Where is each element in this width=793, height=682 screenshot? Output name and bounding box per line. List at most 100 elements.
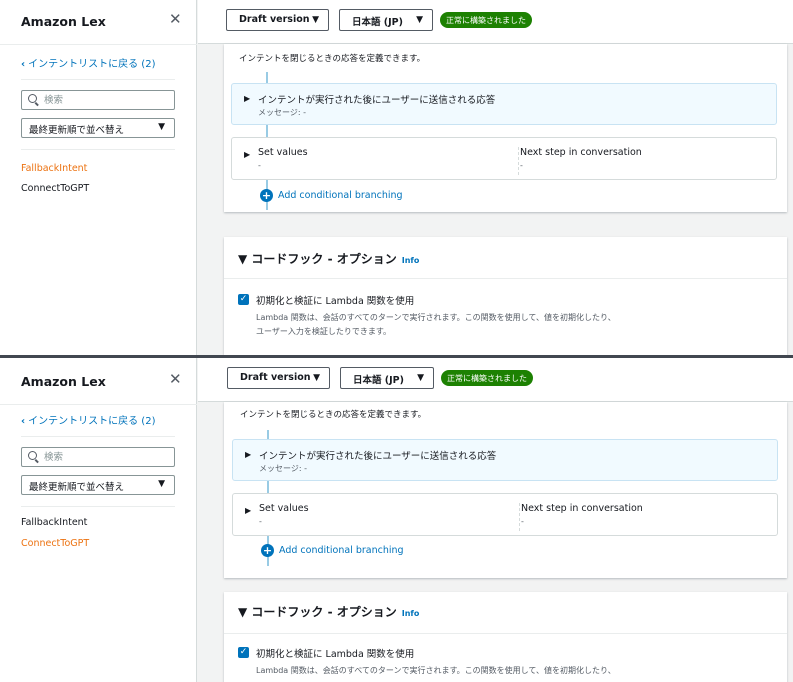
caret-down-icon: ▼ <box>312 15 319 25</box>
add-conditional-branching-button[interactable]: + Add conditional branching <box>260 189 403 202</box>
search-input[interactable] <box>44 93 169 107</box>
expand-caret-icon[interactable]: ▶ <box>245 506 251 515</box>
sort-select[interactable]: 最終更新順で並べ替え ▼ <box>21 118 175 138</box>
search-input[interactable] <box>44 450 169 464</box>
chevron-left-icon: ‹ <box>21 416 26 427</box>
add-conditional-branching-button[interactable]: + Add conditional branching <box>261 544 404 557</box>
next-step-value: - <box>521 517 524 526</box>
back-to-intents-link[interactable]: ‹ インテントリストに戻る (2) <box>21 412 155 427</box>
info-link[interactable]: Info <box>402 256 420 265</box>
next-step-value: - <box>520 161 523 170</box>
codehook-title[interactable]: ▼ コードフック - オプション Info <box>238 250 419 267</box>
next-step-label: Next step in conversation <box>520 147 642 158</box>
section-divider <box>224 278 787 279</box>
intent-search[interactable] <box>21 90 175 110</box>
back-to-intents-link[interactable]: ‹ インテントリストに戻る (2) <box>21 55 155 70</box>
set-values-value: - <box>258 161 261 170</box>
next-step-label: Next step in conversation <box>521 503 643 514</box>
set-values-label: Set values <box>259 503 309 514</box>
back-link-label: インテントリストに戻る (2) <box>28 416 156 427</box>
lambda-checkbox[interactable]: ✓ <box>238 647 249 658</box>
lambda-checkbox-desc-1: Lambda 関数は、会話のすべてのターンで実行されます。この関数を使用して、値… <box>256 313 616 322</box>
language-dropdown-label: 日本語 (JP) <box>352 17 403 28</box>
header-bar: Draft version ▼ 日本語 (JP) ▼ 正常に構築されました <box>198 0 793 44</box>
language-dropdown[interactable]: 日本語 (JP) ▼ <box>340 367 434 389</box>
version-dropdown-label: Draft version <box>239 14 310 25</box>
sidebar-divider <box>21 79 175 80</box>
collapse-caret-icon: ▼ <box>238 605 252 619</box>
collapse-caret-icon: ▼ <box>238 252 252 266</box>
lambda-checkbox-label: 初期化と検証に Lambda 関数を使用 <box>256 649 415 660</box>
set-values-label: Set values <box>258 147 308 158</box>
version-dropdown[interactable]: Draft version ▼ <box>226 9 329 31</box>
intent-item-fallbackintent[interactable]: FallbackIntent <box>21 163 87 174</box>
closing-response-box[interactable]: ▶ インテントが実行された後にユーザーに送信される応答 メッセージ: - <box>231 83 777 125</box>
header-bar: Draft version ▼ 日本語 (JP) ▼ 正常に構築されました <box>198 358 793 402</box>
caret-down-icon: ▼ <box>313 373 320 383</box>
caret-down-icon: ▼ <box>158 479 165 489</box>
set-values-box[interactable]: ▶ Set values - Next step in conversation… <box>232 493 778 536</box>
closing-description: インテントを閉じるときの応答を定義できます。 <box>239 54 426 64</box>
build-status-badge: 正常に構築されました <box>441 370 533 386</box>
language-dropdown-label: 日本語 (JP) <box>353 375 404 386</box>
expand-caret-icon[interactable]: ▶ <box>244 150 250 159</box>
codehook-card: ▼ コードフック - オプション Info ✓ 初期化と検証に Lambda 関数… <box>224 592 787 682</box>
sidebar-divider <box>21 506 175 507</box>
closing-response-message: メッセージ: - <box>259 464 307 473</box>
close-icon[interactable]: ✕ <box>169 10 182 28</box>
closing-response-title: インテントが実行された後にユーザーに送信される応答 <box>259 451 497 462</box>
codehook-title[interactable]: ▼ コードフック - オプション Info <box>238 603 419 620</box>
chevron-left-icon: ‹ <box>21 59 26 70</box>
sort-select-value: 最終更新順で並べ替え <box>29 125 125 136</box>
intent-item-connecttogpt[interactable]: ConnectToGPT <box>21 183 89 194</box>
sort-select[interactable]: 最終更新順で並べ替え ▼ <box>21 475 175 495</box>
closing-response-message: メッセージ: - <box>258 108 306 117</box>
section-divider <box>224 633 787 634</box>
codehook-card: ▼ コードフック - オプション Info ✓ 初期化と検証に Lambda 関数… <box>224 237 787 355</box>
closing-response-title: インテントが実行された後にユーザーに送信される応答 <box>258 95 496 106</box>
sidebar-divider <box>21 149 175 150</box>
closing-response-card: インテントを閉じるときの応答を定義できます。 <box>224 44 787 212</box>
caret-down-icon: ▼ <box>416 15 423 25</box>
sidebar-divider <box>21 436 175 437</box>
version-dropdown-label: Draft version <box>240 372 311 383</box>
plus-icon: + <box>260 189 273 202</box>
lambda-checkbox-desc-2: ユーザー入力を検証したりできます。 <box>256 327 392 336</box>
set-values-box[interactable]: ▶ Set values - Next step in conversation… <box>231 137 777 180</box>
sidebar-title: Amazon Lex <box>21 374 106 389</box>
sidebar-title: Amazon Lex <box>21 14 106 29</box>
sidebar-divider <box>0 44 197 45</box>
sidebar: Amazon Lex ✕ ‹インテントリストに戻る (2) 最終更新順で並べ替え… <box>0 0 197 355</box>
plus-icon: + <box>261 544 274 557</box>
info-link[interactable]: Info <box>402 609 420 618</box>
closing-response-box[interactable]: ▶ インテントが実行された後にユーザーに送信される応答 メッセージ: - <box>232 439 778 481</box>
add-branching-label: Add conditional branching <box>278 190 403 201</box>
panel-bottom: Amazon Lex ✕ ‹インテントリストに戻る (2) 最終更新順で並べ替え… <box>0 358 793 682</box>
expand-caret-icon[interactable]: ▶ <box>244 94 250 103</box>
set-values-value: - <box>259 517 262 526</box>
lambda-checkbox[interactable]: ✓ <box>238 294 249 305</box>
version-dropdown[interactable]: Draft version ▼ <box>227 367 330 389</box>
column-divider <box>519 503 520 531</box>
lambda-checkbox-label: 初期化と検証に Lambda 関数を使用 <box>256 296 415 307</box>
intent-search[interactable] <box>21 447 175 467</box>
intent-item-fallbackintent[interactable]: FallbackIntent <box>21 517 87 528</box>
search-icon <box>28 451 37 460</box>
expand-caret-icon[interactable]: ▶ <box>245 450 251 459</box>
back-link-label: インテントリストに戻る (2) <box>28 59 156 70</box>
intent-item-connecttogpt[interactable]: ConnectToGPT <box>21 538 89 549</box>
add-branching-label: Add conditional branching <box>279 545 404 556</box>
codehook-title-text: コードフック - オプション <box>251 605 397 619</box>
search-icon <box>28 94 37 103</box>
sort-select-value: 最終更新順で並べ替え <box>29 482 125 493</box>
panel-top: Amazon Lex ✕ ‹インテントリストに戻る (2) 最終更新順で並べ替え… <box>0 0 793 355</box>
close-icon[interactable]: ✕ <box>169 370 182 388</box>
closing-description: インテントを閉じるときの応答を定義できます。 <box>240 410 427 420</box>
codehook-title-text: コードフック - オプション <box>251 252 397 266</box>
build-status-badge: 正常に構築されました <box>440 12 532 28</box>
caret-down-icon: ▼ <box>417 373 424 383</box>
caret-down-icon: ▼ <box>158 122 165 132</box>
sidebar: Amazon Lex ✕ ‹インテントリストに戻る (2) 最終更新順で並べ替え… <box>0 358 197 682</box>
language-dropdown[interactable]: 日本語 (JP) ▼ <box>339 9 433 31</box>
sidebar-divider <box>0 404 197 405</box>
